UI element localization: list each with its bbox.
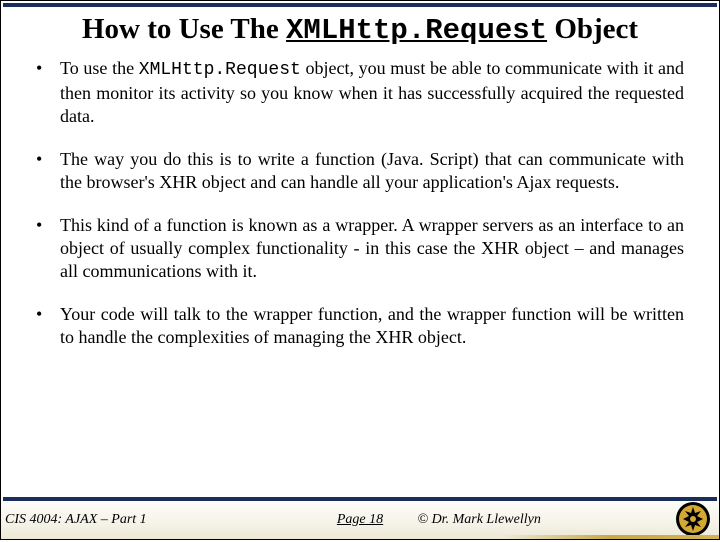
bullet-text: This kind of a function is known as a wr… — [60, 214, 684, 283]
bullet-marker: • — [36, 303, 60, 349]
bullet-item: •Your code will talk to the wrapper func… — [36, 303, 684, 349]
bullet-item: •This kind of a function is known as a w… — [36, 214, 684, 283]
bullet-text: To use the XMLHttp.Request object, you m… — [60, 57, 684, 128]
gold-accent — [1, 535, 719, 539]
bullet-item: •To use the XMLHttp.Request object, you … — [36, 57, 684, 128]
title-suffix: Object — [547, 13, 638, 45]
slide: How to Use The XMLHttp.Request Object •T… — [0, 0, 720, 540]
bullet-item: •The way you do this is to write a funct… — [36, 148, 684, 194]
title-prefix: How to Use The — [82, 13, 286, 45]
slide-title: How to Use The XMLHttp.Request Object — [1, 7, 719, 57]
title-mono: XMLHttp.Request — [286, 14, 547, 47]
footer: CIS 4004: AJAX – Part 1 Page 18 © Dr. Ma… — [1, 501, 719, 539]
footer-wrap: CIS 4004: AJAX – Part 1 Page 18 © Dr. Ma… — [1, 497, 719, 539]
bullet-text: The way you do this is to write a functi… — [60, 148, 684, 194]
bullet-marker: • — [36, 148, 60, 194]
bullet-text: Your code will talk to the wrapper funct… — [60, 303, 684, 349]
content-area: •To use the XMLHttp.Request object, you … — [1, 57, 719, 497]
bullet-marker: • — [36, 57, 60, 128]
footer-course: CIS 4004: AJAX – Part 1 — [5, 512, 235, 528]
footer-page: Page 18 — [337, 512, 383, 528]
footer-copyright: © Dr. Mark Llewellyn — [417, 512, 540, 528]
bullet-marker: • — [36, 214, 60, 283]
ucf-logo-icon — [675, 501, 711, 537]
